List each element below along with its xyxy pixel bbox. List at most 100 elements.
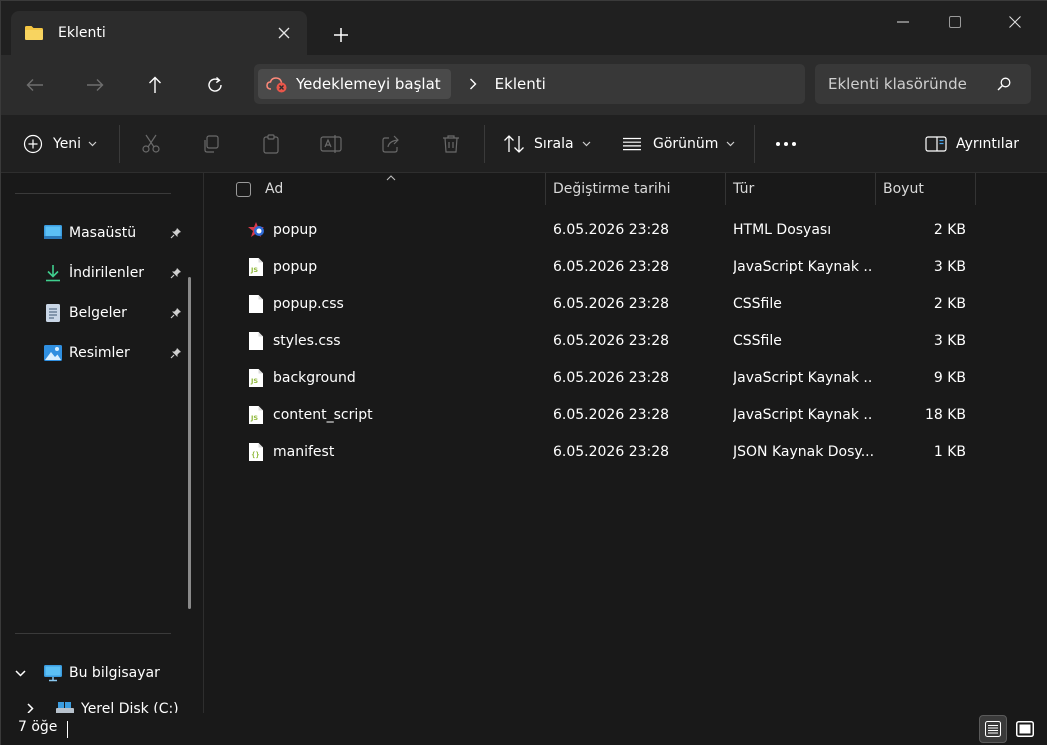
chevron-right-icon[interactable] — [465, 78, 481, 90]
js-file-icon: JS — [246, 257, 266, 277]
table-row[interactable]: JS background 6.05.2026 23:28 JavaScript… — [236, 359, 976, 396]
column-divider[interactable] — [545, 173, 546, 205]
search-input[interactable]: Eklenti klasöründe — [828, 75, 993, 93]
sort-button[interactable]: Sırala — [503, 128, 591, 160]
file-name: background — [273, 369, 356, 386]
toolbar-divider — [754, 125, 755, 163]
minimize-button[interactable] — [880, 1, 926, 43]
js-file-icon: JS — [246, 368, 266, 388]
refresh-button[interactable] — [197, 69, 233, 101]
search-box[interactable]: Eklenti klasöründe — [815, 64, 1031, 104]
table-row[interactable]: styles.css 6.05.2026 23:28 CSSfile 3 KB — [236, 322, 976, 359]
chevron-down-icon[interactable] — [15, 669, 29, 677]
chevron-down-icon — [88, 141, 97, 147]
more-dots-icon — [776, 142, 796, 146]
sidebar-item-local-disk[interactable]: Yerel Disk (C:) — [27, 698, 187, 713]
sidebar-item-this-pc[interactable]: Bu bilgisayar — [15, 658, 185, 688]
sidebar-item-documents[interactable]: Belgeler — [43, 298, 183, 328]
tab-eklenti[interactable]: Eklenti — [11, 11, 307, 55]
maximize-button[interactable] — [932, 1, 978, 43]
forward-button[interactable] — [77, 69, 113, 101]
file-type: HTML Dosyası — [733, 221, 832, 238]
sidebar-item-desktop[interactable]: Masaüstü — [43, 218, 183, 248]
table-row[interactable]: JS content_script 6.05.2026 23:28 JavaSc… — [236, 396, 976, 433]
tiles-view-button[interactable] — [1011, 715, 1039, 743]
column-header-modified[interactable]: Değiştirme tarihi — [553, 173, 723, 205]
sidebar-item-label: İndirilenler — [69, 265, 145, 281]
cut-button[interactable] — [138, 131, 164, 157]
file-date: 6.05.2026 23:28 — [553, 406, 670, 423]
new-button[interactable]: Yeni — [23, 128, 97, 160]
view-button[interactable]: Görünüm — [622, 128, 735, 160]
address-bar[interactable]: Yedeklemeyi başlat Eklenti — [254, 64, 805, 104]
file-size: 1 KB — [933, 443, 966, 460]
pictures-icon — [43, 343, 63, 363]
json-file-icon: {} — [246, 442, 266, 462]
rename-button[interactable] — [318, 131, 344, 157]
file-name-cell: popup — [246, 211, 317, 248]
details-pane-button[interactable]: Ayrıntılar — [925, 128, 1019, 160]
sidebar-item-downloads[interactable]: İndirilenler — [43, 258, 183, 288]
sidebar-item-label: Belgeler — [69, 305, 127, 321]
drive-icon — [55, 698, 75, 713]
column-header-label: Boyut — [883, 181, 924, 197]
minimize-icon — [897, 21, 909, 23]
close-tab-icon[interactable] — [271, 20, 297, 46]
column-header-size[interactable]: Boyut — [883, 173, 973, 205]
sidebar-item-label: Yerel Disk (C:) — [81, 701, 179, 713]
back-button[interactable] — [17, 69, 53, 101]
backup-chip[interactable]: Yedeklemeyi başlat — [258, 69, 451, 99]
file-type: JavaScript Kaynak ... — [733, 369, 873, 386]
table-row[interactable]: {} manifest 6.05.2026 23:28 JSON Kaynak … — [236, 433, 976, 470]
blank-file-icon — [246, 294, 266, 314]
sidebar-item-pictures[interactable]: Resimler — [43, 338, 183, 368]
column-divider[interactable] — [975, 173, 976, 205]
clipboard-icon — [263, 134, 279, 154]
sidebar-scrollbar[interactable] — [188, 277, 191, 609]
share-button[interactable] — [378, 131, 404, 157]
up-button[interactable] — [137, 69, 173, 101]
more-options-button[interactable] — [773, 131, 799, 157]
html-file-icon — [246, 220, 266, 240]
tab-title: Eklenti — [58, 25, 106, 41]
breadcrumb-current[interactable]: Eklenti — [495, 75, 546, 93]
download-icon — [43, 263, 63, 283]
file-name-cell: JS background — [246, 359, 356, 396]
table-row[interactable]: popup 6.05.2026 23:28 HTML Dosyası 2 KB — [236, 211, 976, 248]
file-type: CSSfile — [733, 332, 782, 349]
copy-button[interactable] — [198, 131, 224, 157]
file-name: styles.css — [273, 332, 341, 349]
file-date: 6.05.2026 23:28 — [553, 369, 670, 386]
delete-button[interactable] — [438, 131, 464, 157]
computer-icon — [43, 663, 63, 683]
file-name: popup — [273, 221, 318, 238]
table-row[interactable]: popup.css 6.05.2026 23:28 CSSfile 2 KB — [236, 285, 976, 322]
details-pane-label: Ayrıntılar — [956, 136, 1020, 152]
pin-icon[interactable] — [169, 227, 183, 239]
toolbar-divider — [484, 125, 485, 163]
select-all-checkbox[interactable] — [236, 181, 251, 197]
file-size: 2 KB — [933, 295, 966, 312]
chevron-right-icon[interactable] — [27, 698, 41, 713]
pin-icon[interactable] — [169, 267, 183, 279]
list-view-icon — [623, 137, 641, 151]
blank-file-icon — [246, 331, 266, 351]
file-name: content_script — [273, 406, 373, 423]
new-tab-button[interactable] — [325, 21, 357, 49]
column-header-type[interactable]: Tür — [733, 173, 873, 205]
file-list: Ad Değiştirme tarihi Tür Boyut popup 6.0… — [204, 173, 1047, 713]
file-date: 6.05.2026 23:28 — [553, 332, 670, 349]
copy-icon — [204, 135, 219, 153]
backup-chip-label: Yedeklemeyi başlat — [296, 75, 441, 93]
svg-text:JS: JS — [250, 377, 258, 385]
desktop-icon — [43, 223, 63, 243]
paste-button[interactable] — [258, 131, 284, 157]
pin-icon[interactable] — [169, 347, 183, 359]
table-row[interactable]: JS popup 6.05.2026 23:28 JavaScript Kayn… — [236, 248, 976, 285]
close-window-button[interactable] — [992, 1, 1038, 43]
details-view-button[interactable] — [979, 715, 1007, 743]
sort-icon — [504, 135, 524, 153]
pin-icon[interactable] — [169, 307, 183, 319]
column-divider[interactable] — [725, 173, 726, 205]
column-divider[interactable] — [875, 173, 876, 205]
